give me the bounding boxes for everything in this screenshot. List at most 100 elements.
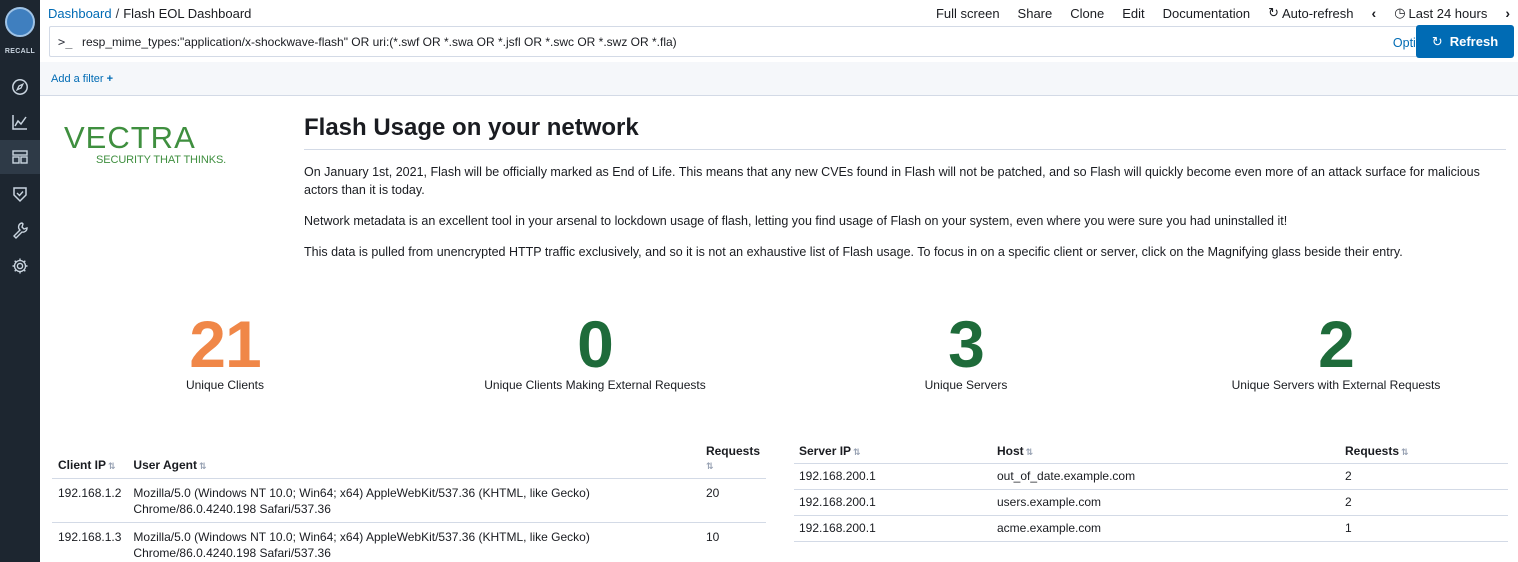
edit-button[interactable]: Edit bbox=[1122, 6, 1144, 21]
compass-icon bbox=[12, 79, 28, 95]
metric-label: Unique Clients bbox=[185, 378, 265, 392]
add-filter-button[interactable]: Add a filter + bbox=[51, 73, 113, 85]
metric-label: Unique Clients Making External Requests bbox=[484, 378, 706, 392]
app-root: RECALL Dashboard / Flash EOL Dashboard Ful… bbox=[0, 0, 1518, 562]
vectra-tagline: SECURITY THAT THINKS. bbox=[96, 154, 227, 166]
refresh-button[interactable]: ↻ Refresh bbox=[1416, 25, 1514, 58]
query-prompt-icon: >_ bbox=[58, 35, 73, 49]
nav-visualize[interactable] bbox=[0, 105, 40, 139]
full-screen-button[interactable]: Full screen bbox=[936, 6, 1000, 21]
shield-icon bbox=[13, 187, 27, 203]
col-server-ip[interactable]: Server IP ⇅ bbox=[794, 444, 992, 464]
user-agent-cell: Mozilla/5.0 (Windows NT 10.0; Win64; x64… bbox=[127, 522, 700, 562]
breadcrumb-separator: / bbox=[115, 6, 120, 21]
intro-paragraph: On January 1st, 2021, Flash will be offi… bbox=[304, 165, 1480, 197]
host-cell: acme.example.com bbox=[992, 515, 1340, 542]
time-range-label: Last 24 hours bbox=[1408, 5, 1488, 21]
requests-cell: 1 bbox=[1340, 515, 1508, 542]
top-menu: Full screen Share Clone Edit Documentati… bbox=[918, 5, 1510, 21]
breadcrumb-current: Flash EOL Dashboard bbox=[123, 6, 252, 21]
nav-discover[interactable] bbox=[0, 70, 40, 104]
sort-icon: ⇅ bbox=[108, 461, 116, 471]
metric-value: 3 bbox=[948, 307, 985, 381]
refresh-icon: ↻ bbox=[1431, 33, 1443, 49]
server-ip-cell[interactable]: 192.168.200.1 bbox=[794, 463, 992, 490]
host-cell: out_of_date.example.com bbox=[992, 463, 1340, 490]
host-cell: users.example.com bbox=[992, 489, 1340, 516]
col-user-agent[interactable]: User Agent ⇅ bbox=[127, 444, 700, 479]
logo-text: RECALL bbox=[4, 48, 36, 55]
metric-unique-clients-external: 0 Unique Clients Making External Request… bbox=[470, 311, 720, 392]
metric-value: 21 bbox=[189, 307, 261, 381]
refresh-label: Refresh bbox=[1449, 34, 1499, 49]
nav-management[interactable] bbox=[0, 249, 40, 283]
col-requests[interactable]: Requests ⇅ bbox=[699, 444, 766, 479]
sort-icon: ⇅ bbox=[705, 461, 714, 471]
table-row: 192.168.200.1 acme.example.com 1 bbox=[794, 515, 1508, 542]
top-bar: Dashboard / Flash EOL Dashboard Full scree… bbox=[40, 0, 1518, 26]
client-ip-cell[interactable]: 192.168.1.3 bbox=[52, 522, 128, 562]
server-ip-cell[interactable]: 192.168.200.1 bbox=[794, 515, 992, 542]
panel-title: Flash Usage on your network bbox=[304, 114, 1506, 150]
share-button[interactable]: Share bbox=[1018, 6, 1053, 21]
recall-logo[interactable]: RECALL bbox=[2, 4, 38, 60]
sort-icon: ⇅ bbox=[853, 447, 861, 457]
documentation-button[interactable]: Documentation bbox=[1163, 6, 1250, 21]
dashboard-panels: VECTRA SECURITY THAT THINKS. Flash Usage… bbox=[40, 96, 1518, 562]
client-table: Client IP ⇅ User Agent ⇅ Requests ⇅ 192.168… bbox=[52, 444, 766, 562]
plus-icon: + bbox=[106, 73, 114, 85]
client-table-header-row: Client IP ⇅ User Agent ⇅ Requests ⇅ bbox=[52, 444, 766, 479]
metric-unique-clients: 21 Unique Clients bbox=[175, 311, 275, 392]
auto-refresh-button[interactable]: ↻ Auto-refresh bbox=[1268, 5, 1353, 21]
vectra-wordmark: VECTRA bbox=[64, 120, 196, 155]
user-agent-cell: Mozilla/5.0 (Windows NT 10.0; Win64; x64… bbox=[127, 478, 700, 523]
table-row: 192.168.200.1 users.example.com 2 bbox=[794, 489, 1508, 516]
clock-icon: ◷ bbox=[1394, 5, 1406, 20]
query-row: >_ resp_mime_types:"application/x-shockw… bbox=[40, 24, 1518, 60]
gear-icon bbox=[12, 258, 28, 274]
query-text[interactable]: resp_mime_types:"application/x-shockwave… bbox=[82, 35, 677, 49]
requests-cell: 20 bbox=[699, 478, 766, 523]
table-row: 192.168.1.3 Mozilla/5.0 (Windows NT 10.0… bbox=[52, 522, 766, 562]
metric-value: 2 bbox=[1318, 307, 1355, 381]
source-paragraph: This data is pulled from unencrypted HTT… bbox=[304, 245, 1403, 259]
metric-value: 0 bbox=[577, 307, 614, 381]
requests-cell: 2 bbox=[1340, 463, 1508, 490]
metadata-paragraph: Network metadata is an excellent tool in… bbox=[304, 214, 1288, 228]
time-picker-button[interactable]: ◷ Last 24 hours bbox=[1394, 5, 1487, 21]
metric-unique-servers: 3 Unique Servers bbox=[906, 311, 1026, 392]
nav-dashboard[interactable] bbox=[0, 140, 40, 174]
sort-icon: ⇅ bbox=[1401, 447, 1409, 457]
requests-cell: 10 bbox=[699, 522, 766, 562]
col-client-ip[interactable]: Client IP ⇅ bbox=[52, 444, 128, 479]
table-row: 192.168.200.1 out_of_date.example.com 2 bbox=[794, 463, 1508, 490]
nav-rail: RECALL bbox=[0, 0, 40, 562]
table-row: 192.168.1.2 Mozilla/5.0 (Windows NT 10.0… bbox=[52, 478, 766, 523]
breadcrumb: Dashboard / Flash EOL Dashboard bbox=[48, 6, 251, 21]
chevron-right-icon[interactable]: › bbox=[1505, 5, 1510, 21]
col-requests[interactable]: Requests ⇅ bbox=[1340, 444, 1508, 464]
filter-bar: Add a filter + bbox=[40, 62, 1518, 96]
logo-mark-icon bbox=[5, 7, 35, 37]
markdown-panel: Flash Usage on your network On January 1… bbox=[304, 114, 1506, 261]
query-input[interactable]: >_ resp_mime_types:"application/x-shockw… bbox=[49, 26, 1451, 57]
requests-cell: 2 bbox=[1340, 489, 1508, 516]
refresh-icon: ↻ bbox=[1268, 5, 1279, 20]
client-ip-cell[interactable]: 192.168.1.2 bbox=[52, 478, 128, 523]
clone-button[interactable]: Clone bbox=[1070, 6, 1104, 21]
sort-icon: ⇅ bbox=[1025, 447, 1034, 457]
nav-security[interactable] bbox=[0, 177, 40, 211]
dashboard-icon bbox=[12, 150, 28, 164]
server-table-header-row: Server IP ⇅ Host ⇅ Requests ⇅ bbox=[794, 444, 1508, 464]
sort-icon: ⇅ bbox=[198, 461, 207, 471]
metric-label: Unique Servers bbox=[924, 378, 1008, 392]
server-table: Server IP ⇅ Host ⇅ Requests ⇅ 192.168.200.1… bbox=[794, 444, 1508, 542]
metric-label: Unique Servers with External Requests bbox=[1231, 378, 1441, 392]
server-ip-cell[interactable]: 192.168.200.1 bbox=[794, 489, 992, 516]
add-filter-label: Add a filter bbox=[51, 73, 104, 85]
auto-refresh-label: Auto-refresh bbox=[1281, 5, 1354, 21]
chevron-left-icon[interactable]: ‹ bbox=[1372, 5, 1377, 21]
nav-dev-tools[interactable] bbox=[0, 213, 40, 247]
breadcrumb-dashboard-link[interactable]: Dashboard bbox=[48, 6, 112, 21]
col-host[interactable]: Host ⇅ bbox=[992, 444, 1340, 464]
